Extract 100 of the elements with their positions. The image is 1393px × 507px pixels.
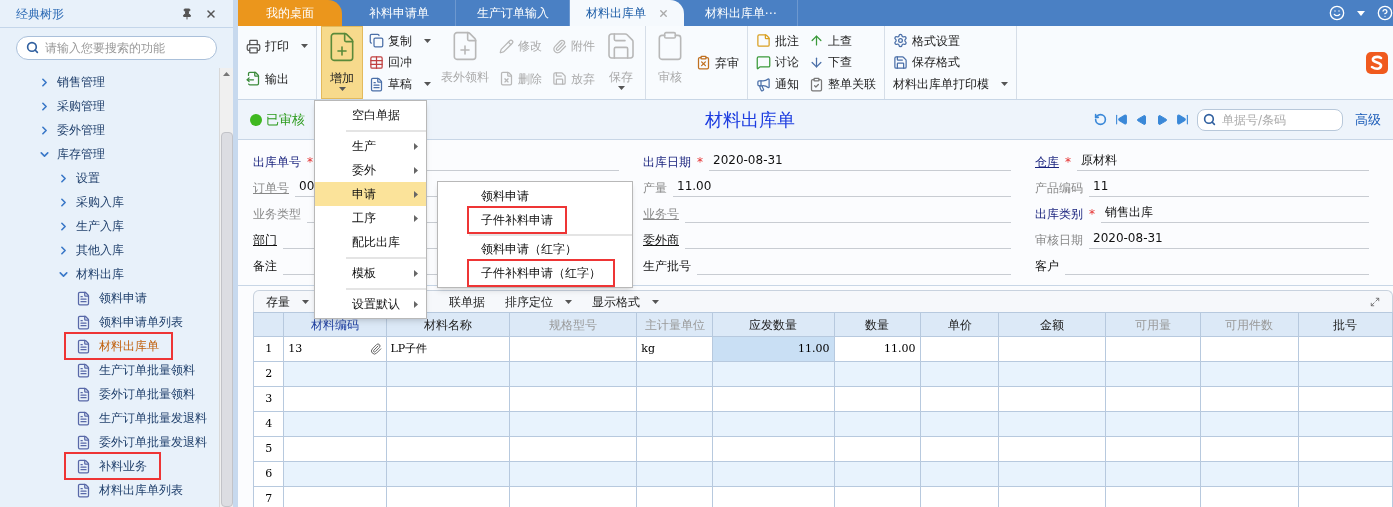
- table-cell[interactable]: [1298, 386, 1393, 412]
- tree-item[interactable]: 生产订单批量领料: [66, 358, 207, 382]
- table-cell[interactable]: [712, 361, 835, 387]
- table-cell[interactable]: [1105, 411, 1201, 437]
- help-icon[interactable]: [1377, 5, 1393, 21]
- tree-folder[interactable]: 委外管理: [38, 118, 105, 142]
- menu-item[interactable]: 配比出库: [315, 230, 426, 254]
- menu-item[interactable]: 申请: [315, 182, 426, 206]
- grid-toolbar-button[interactable]: 存量: [266, 292, 309, 311]
- table-cell[interactable]: [509, 461, 637, 487]
- column-header[interactable]: 数量: [834, 312, 921, 337]
- input-field[interactable]: 原材料: [1077, 151, 1369, 171]
- table-cell[interactable]: [636, 411, 713, 437]
- input-field[interactable]: 2020-08-31: [1089, 229, 1369, 249]
- toolbar-button[interactable]: 批注: [752, 30, 803, 51]
- menu-item[interactable]: 子件补料申请: [469, 208, 565, 232]
- table-cell[interactable]: [920, 336, 999, 362]
- tree-folder[interactable]: 销售管理: [38, 70, 105, 94]
- toolbar-button[interactable]: 草稿: [365, 74, 435, 95]
- smiley-icon[interactable]: [1329, 5, 1345, 21]
- table-cell[interactable]: [920, 386, 999, 412]
- table-cell[interactable]: [636, 436, 713, 462]
- toolbar-button[interactable]: 格式设置: [889, 30, 1012, 51]
- table-cell[interactable]: [509, 436, 637, 462]
- table-cell[interactable]: [386, 361, 510, 387]
- toolbar-button[interactable]: 增加: [321, 26, 363, 99]
- column-header[interactable]: 金额: [998, 312, 1106, 337]
- table-cell[interactable]: [386, 411, 510, 437]
- menu-item[interactable]: 模板: [315, 261, 426, 285]
- input-field[interactable]: 11: [1089, 177, 1369, 197]
- toolbar-button[interactable]: 上查: [805, 30, 880, 51]
- tab[interactable]: 材料出库单: [570, 0, 684, 26]
- input-field[interactable]: 11.00: [673, 177, 1011, 197]
- table-cell[interactable]: [712, 461, 835, 487]
- previous-record-icon[interactable]: [1136, 113, 1148, 126]
- first-record-icon[interactable]: [1115, 113, 1128, 126]
- table-cell[interactable]: [636, 386, 713, 412]
- table-cell[interactable]: [1298, 436, 1393, 462]
- column-header[interactable]: 应发数量: [712, 312, 835, 337]
- tree-folder[interactable]: 采购入库: [57, 190, 124, 214]
- table-cell[interactable]: [1105, 461, 1201, 487]
- table-cell[interactable]: [1298, 411, 1393, 437]
- grid-toolbar-button[interactable]: 显示格式: [592, 292, 659, 311]
- table-cell[interactable]: [283, 411, 386, 437]
- table-cell[interactable]: 13: [283, 336, 386, 362]
- expand-icon[interactable]: [1370, 296, 1380, 307]
- menu-item[interactable]: 空白单据: [315, 103, 426, 127]
- toolbar-button[interactable]: 弃审: [692, 52, 743, 73]
- refresh-icon[interactable]: [1094, 113, 1107, 126]
- toolbar-button[interactable]: 回冲: [365, 52, 435, 73]
- toolbar-button[interactable]: 通知: [752, 74, 803, 95]
- caret-icon[interactable]: [1357, 10, 1365, 16]
- table-cell[interactable]: [283, 361, 386, 387]
- toolbar-button[interactable]: 复制: [365, 30, 435, 51]
- grid-toolbar-button[interactable]: 排序定位: [505, 292, 572, 311]
- table-cell[interactable]: [283, 461, 386, 487]
- table-cell[interactable]: [509, 411, 637, 437]
- table-cell[interactable]: [1298, 461, 1393, 487]
- table-cell[interactable]: [1105, 336, 1201, 362]
- scrollbar[interactable]: [219, 68, 233, 507]
- toolbar-button[interactable]: 下查: [805, 52, 880, 73]
- paperclip-icon[interactable]: [369, 343, 382, 355]
- table-cell[interactable]: [998, 361, 1106, 387]
- tree-item[interactable]: 领料申请: [66, 286, 159, 310]
- next-record-icon[interactable]: [1156, 113, 1168, 126]
- table-cell[interactable]: [509, 336, 637, 362]
- tree-folder[interactable]: 生产入库: [57, 214, 124, 238]
- table-cell[interactable]: [834, 411, 921, 437]
- tree-folder[interactable]: 其他入库: [57, 238, 124, 262]
- table-cell[interactable]: [998, 386, 1106, 412]
- column-header[interactable]: 批号: [1298, 312, 1393, 337]
- table-cell[interactable]: [1105, 361, 1201, 387]
- tree-folder[interactable]: 采购管理: [38, 94, 105, 118]
- tree-folder[interactable]: 材料出库: [57, 262, 124, 286]
- table-cell[interactable]: [834, 436, 921, 462]
- toolbar-button[interactable]: 输出: [242, 68, 312, 89]
- tree-item[interactable]: 材料出库单: [66, 334, 171, 358]
- table-cell[interactable]: [920, 411, 999, 437]
- input-method-icon[interactable]: [1365, 50, 1389, 75]
- table-cell[interactable]: [386, 436, 510, 462]
- table-cell[interactable]: [1200, 436, 1299, 462]
- table-cell[interactable]: [998, 336, 1106, 362]
- table-cell[interactable]: [920, 436, 999, 462]
- table-cell[interactable]: [834, 386, 921, 412]
- table-cell[interactable]: [1105, 386, 1201, 412]
- scroll-up-icon[interactable]: [223, 72, 230, 76]
- tree-item[interactable]: 领料申请单列表: [66, 310, 195, 334]
- table-cell[interactable]: [1298, 361, 1393, 387]
- table-cell[interactable]: 11.00: [712, 336, 835, 362]
- search-field[interactable]: 单据号/条码: [1197, 108, 1343, 131]
- input-field[interactable]: 销售出库: [1101, 203, 1369, 223]
- table-cell[interactable]: [998, 411, 1106, 437]
- toolbar-button[interactable]: 材料出库单打印模: [889, 74, 1012, 95]
- table-cell[interactable]: [1200, 336, 1299, 362]
- table-cell[interactable]: [712, 411, 835, 437]
- table-cell[interactable]: LP子件: [386, 336, 510, 362]
- table-cell[interactable]: [920, 361, 999, 387]
- table-cell[interactable]: [834, 361, 921, 387]
- menu-item[interactable]: 工序: [315, 206, 426, 230]
- table-cell[interactable]: 11.00: [834, 336, 921, 362]
